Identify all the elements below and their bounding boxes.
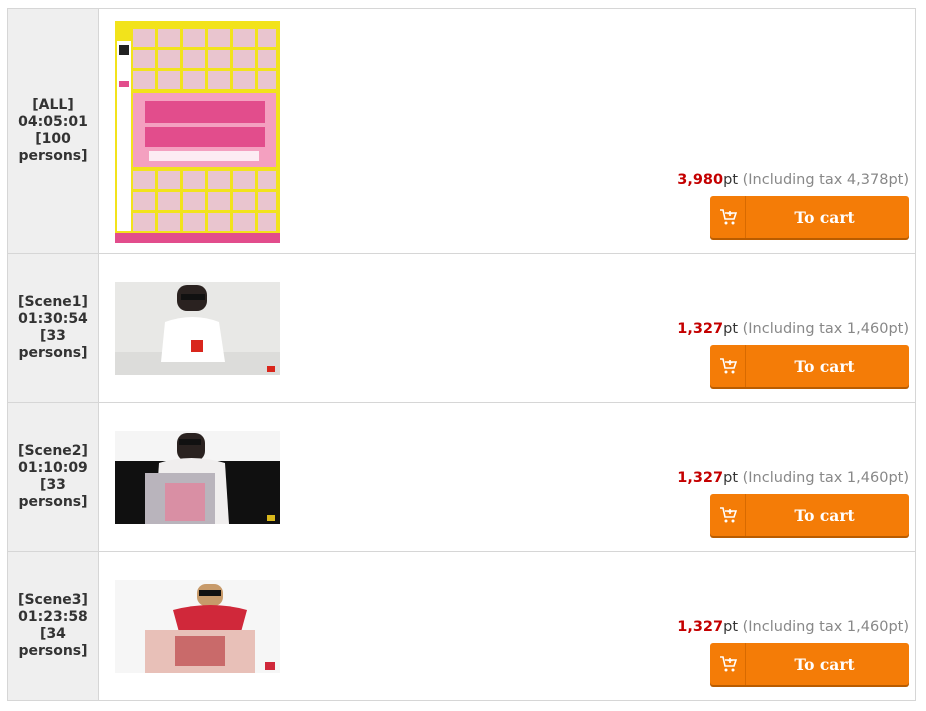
cart-button-label: To cart xyxy=(794,356,855,376)
tax-note: (Including tax 1,460pt) xyxy=(742,619,909,635)
scene-thumbnail[interactable] xyxy=(115,431,280,524)
row-label-cell: [Scene3] 01:23:58 [34 persons] xyxy=(8,552,99,700)
scene-image xyxy=(115,431,280,524)
price-line: 1,327pt (Including tax 1,460pt) xyxy=(677,619,909,635)
price-line: 3,980pt (Including tax 4,378pt) xyxy=(677,172,909,188)
price-line: 1,327pt (Including tax 1,460pt) xyxy=(677,321,909,337)
add-to-cart-button[interactable]: To cart xyxy=(710,345,909,387)
product-thumbnail[interactable] xyxy=(115,21,280,243)
price-unit: pt xyxy=(723,172,739,188)
price-line: 1,327pt (Including tax 1,460pt) xyxy=(677,470,909,486)
product-table: [ALL] 04:05:01 [100 persons] 3,980pt (In… xyxy=(7,8,916,701)
row-label: [Scene3] 01:23:58 [34 persons] xyxy=(18,592,88,659)
row-label: [ALL] 04:05:01 [100 persons] xyxy=(18,97,88,164)
cart-button-label: To cart xyxy=(794,505,855,525)
price-unit: pt xyxy=(723,619,739,635)
table-row: [Scene1] 01:30:54 [33 persons] 1,327pt (… xyxy=(7,254,916,403)
cart-plus-icon xyxy=(710,643,746,685)
price-value: 1,327 xyxy=(677,470,724,486)
cart-button-label: To cart xyxy=(794,654,855,674)
tax-note: (Including tax 1,460pt) xyxy=(742,470,909,486)
row-content: 1,327pt (Including tax 1,460pt) To cart xyxy=(99,552,915,700)
row-label-cell: [Scene1] 01:30:54 [33 persons] xyxy=(8,254,99,402)
cart-plus-icon xyxy=(710,494,746,536)
row-label-cell: [Scene2] 01:10:09 [33 persons] xyxy=(8,403,99,551)
tax-note: (Including tax 4,378pt) xyxy=(742,172,909,188)
cart-plus-icon xyxy=(710,196,746,238)
cover-image xyxy=(115,21,280,243)
price-value: 1,327 xyxy=(677,619,724,635)
row-label-cell: [ALL] 04:05:01 [100 persons] xyxy=(8,9,99,253)
scene-thumbnail[interactable] xyxy=(115,580,280,673)
scene-image xyxy=(115,282,280,375)
row-content: 1,327pt (Including tax 1,460pt) To cart xyxy=(99,403,915,551)
table-row: [ALL] 04:05:01 [100 persons] 3,980pt (In… xyxy=(7,9,916,254)
row-label: [Scene2] 01:10:09 [33 persons] xyxy=(18,443,88,510)
cart-button-label: To cart xyxy=(794,207,855,227)
tax-note: (Including tax 1,460pt) xyxy=(742,321,909,337)
row-content: 3,980pt (Including tax 4,378pt) To cart xyxy=(99,9,915,253)
add-to-cart-button[interactable]: To cart xyxy=(710,196,909,238)
price-unit: pt xyxy=(723,321,739,337)
table-row: [Scene2] 01:10:09 [33 persons] 1,327pt (… xyxy=(7,403,916,552)
row-label: [Scene1] 01:30:54 [33 persons] xyxy=(18,294,88,361)
scene-image xyxy=(115,580,280,673)
add-to-cart-button[interactable]: To cart xyxy=(710,494,909,536)
price-value: 3,980 xyxy=(677,172,724,188)
price-unit: pt xyxy=(723,470,739,486)
cart-plus-icon xyxy=(710,345,746,387)
table-row: [Scene3] 01:23:58 [34 persons] 1,327pt (… xyxy=(7,552,916,701)
scene-thumbnail[interactable] xyxy=(115,282,280,375)
add-to-cart-button[interactable]: To cart xyxy=(710,643,909,685)
row-content: 1,327pt (Including tax 1,460pt) To cart xyxy=(99,254,915,402)
price-value: 1,327 xyxy=(677,321,724,337)
